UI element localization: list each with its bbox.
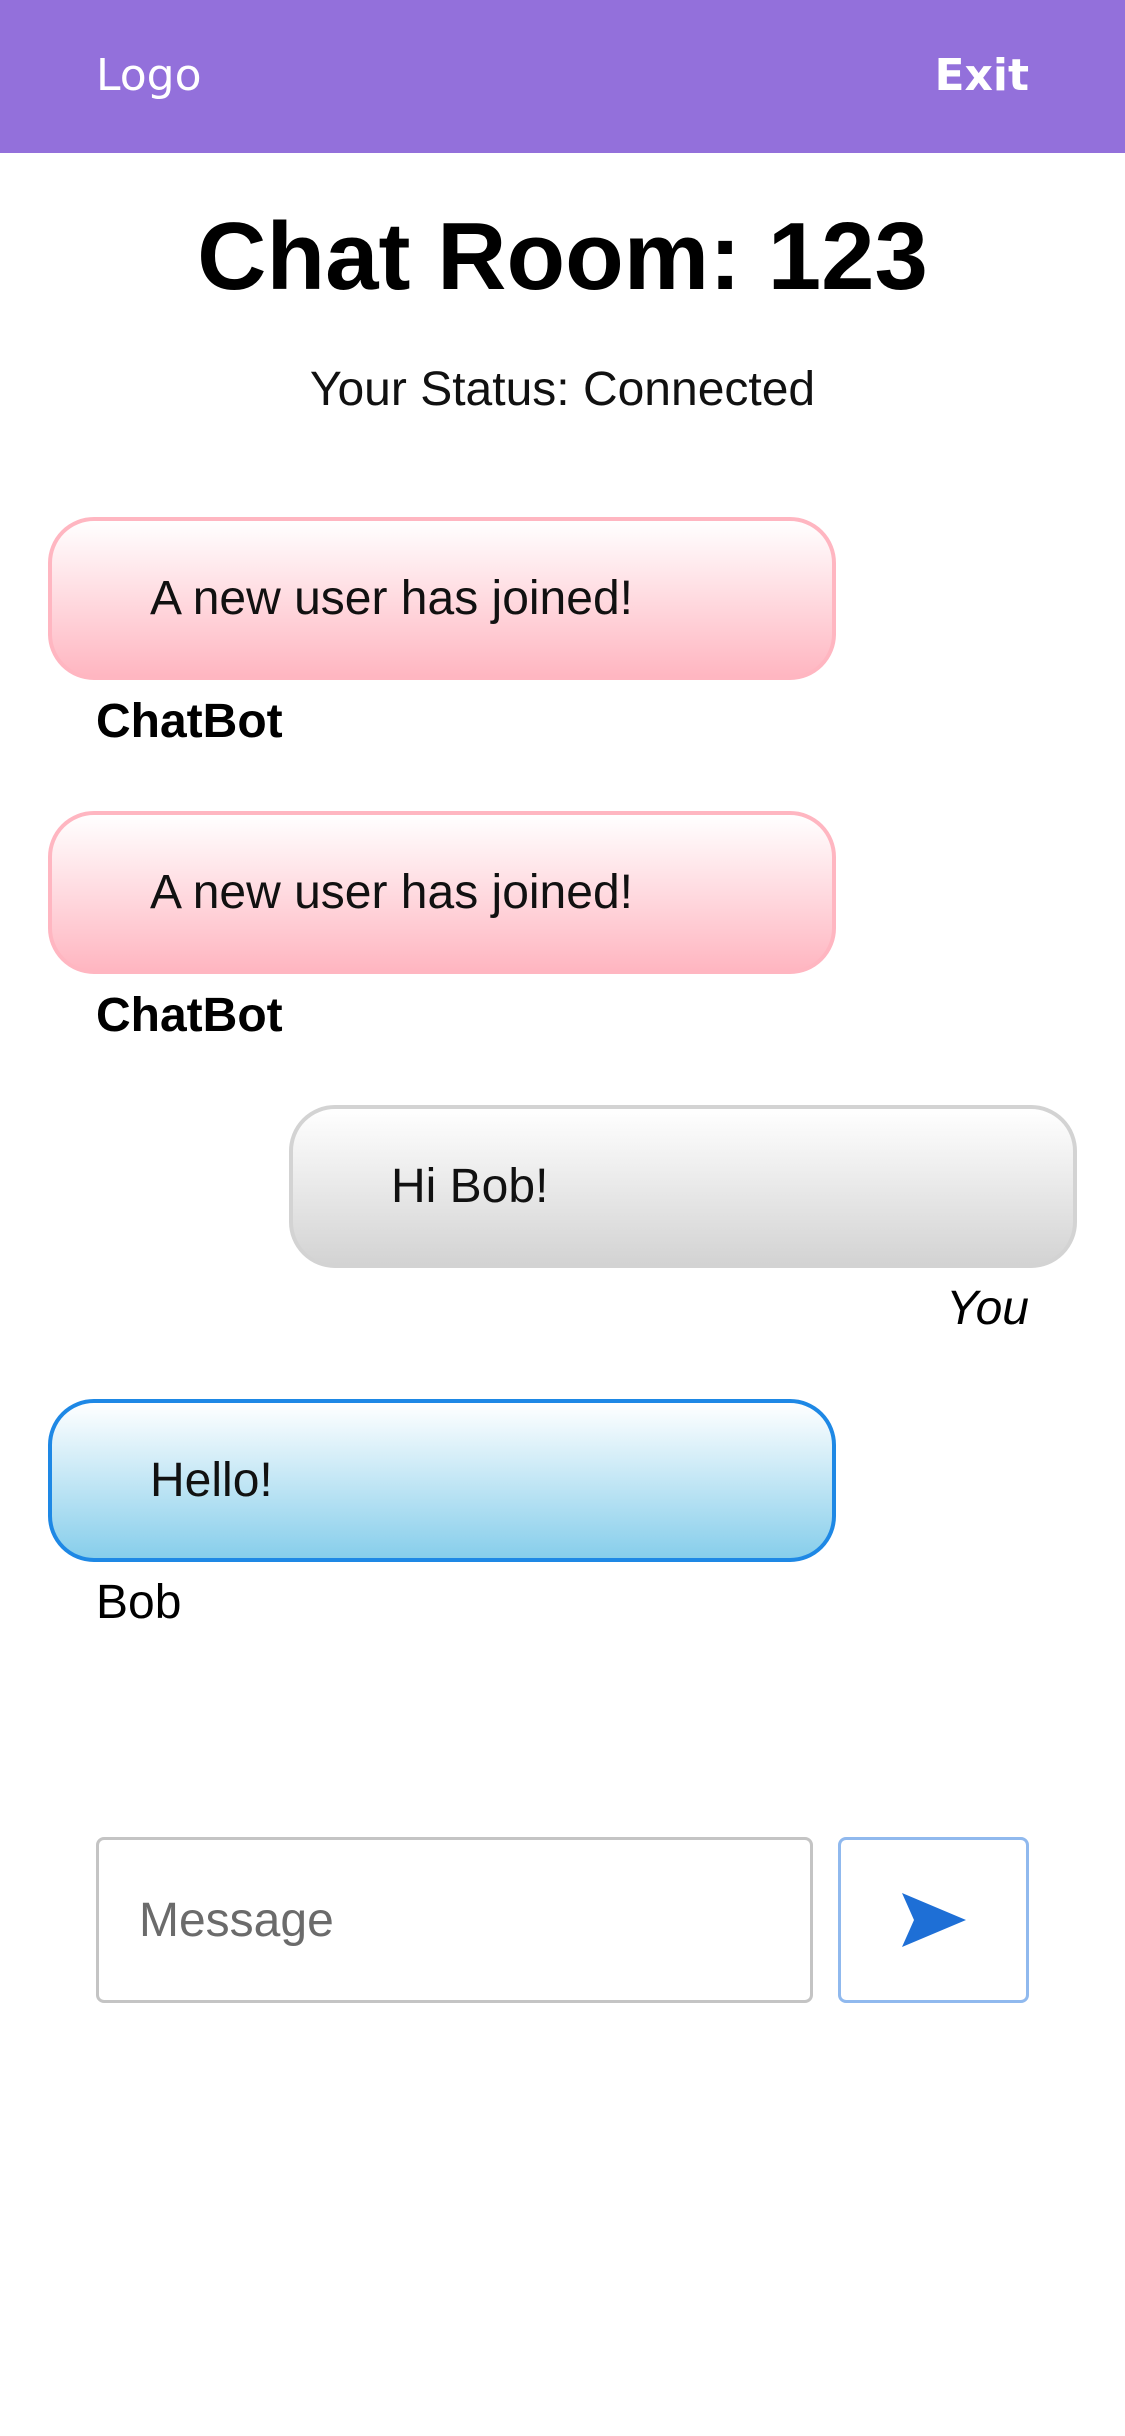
message-text: A new user has joined! [150,866,633,919]
connection-status: Your Status: Connected [309,363,816,416]
message-text: Hi Bob! [391,1160,549,1213]
message-sender: Bob [96,1576,182,1629]
message-text: Hello! [150,1454,273,1507]
message-sender: ChatBot [96,695,283,748]
logo[interactable]: Logo [96,48,202,104]
message-input[interactable] [96,1837,813,2003]
chat-bubble-other: Hello! [48,1399,836,1562]
exit-button[interactable]: Exit [934,48,1029,104]
page-title: Chat Room: 123 [197,203,928,310]
send-button[interactable] [838,1837,1029,2003]
send-icon [901,1893,966,1947]
chat-bubble-bot: A new user has joined! [48,517,836,680]
top-bar: Logo Exit [0,0,1125,153]
chat-bubble-bot: A new user has joined! [48,811,836,974]
message-sender: You [946,1282,1029,1335]
chat-bubble-self: Hi Bob! [289,1105,1077,1268]
message-text: A new user has joined! [150,572,633,625]
message-sender: ChatBot [96,989,283,1042]
